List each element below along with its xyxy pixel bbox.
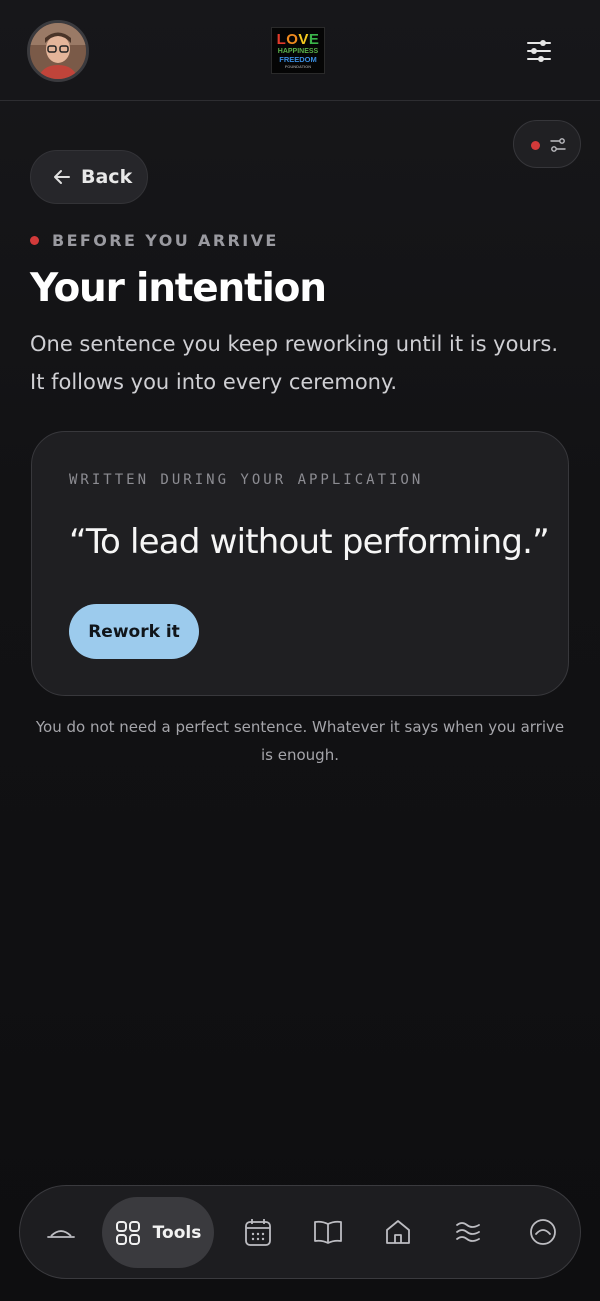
logo-line-love: LOVE: [276, 31, 320, 48]
nav-tools[interactable]: Tools: [102, 1197, 214, 1268]
nav-horizon[interactable]: [42, 1186, 80, 1278]
section-eyebrow: BEFORE YOU ARRIVE: [30, 231, 279, 250]
reassurance-note: You do not need a perfect sentence. What…: [35, 718, 565, 764]
book-icon: [314, 1220, 342, 1244]
gauge-icon: [530, 1219, 556, 1245]
intention-quote: “To lead without performing.”: [69, 522, 550, 562]
rework-button[interactable]: Rework it: [69, 604, 199, 659]
bottom-nav: Tools: [19, 1185, 581, 1279]
nav-book[interactable]: [310, 1186, 346, 1278]
nav-calendar[interactable]: [240, 1186, 276, 1278]
eyebrow-dot: [30, 236, 39, 245]
filter-toggle[interactable]: [513, 120, 581, 168]
status-dot: [531, 141, 540, 150]
back-button[interactable]: Back: [30, 150, 148, 204]
page-subtitle: One sentence you keep reworking until it…: [30, 332, 559, 394]
intention-card: WRITTEN DURING YOUR APPLICATION “To lead…: [31, 431, 569, 696]
nav-home[interactable]: [380, 1186, 416, 1278]
page-title: Your intention: [30, 266, 327, 311]
nav-waves[interactable]: [450, 1186, 486, 1278]
sliders-icon: [527, 40, 551, 62]
avatar-image: [30, 23, 86, 79]
filter-icon: [550, 138, 566, 152]
logo-line-freedom: FREEDOM: [279, 55, 317, 64]
back-label: Back: [81, 166, 133, 188]
logo-line-happiness: HAPPINESS: [277, 48, 319, 55]
brand-logo: LOVE HAPPINESS FREEDOM FOUNDATION: [271, 27, 325, 74]
logo-line-foundation: FOUNDATION: [284, 63, 312, 69]
nav-tools-label: Tools: [152, 1222, 202, 1243]
waves-icon: [456, 1222, 480, 1242]
tools-icon: [115, 1220, 140, 1245]
arrow-left-icon: [54, 170, 70, 184]
nav-gauge[interactable]: [525, 1186, 561, 1278]
calendar-icon: [245, 1219, 271, 1246]
eyebrow-text: BEFORE YOU ARRIVE: [52, 231, 279, 250]
card-meta: WRITTEN DURING YOUR APPLICATION: [69, 472, 424, 488]
top-bar: LOVE HAPPINESS FREEDOM FOUNDATION: [0, 0, 600, 101]
settings-button[interactable]: [522, 35, 556, 67]
app-screen: LOVE HAPPINESS FREEDOM FOUNDATION Back B…: [0, 0, 600, 1301]
avatar[interactable]: [27, 20, 89, 82]
home-icon: [386, 1220, 410, 1244]
horizon-icon: [47, 1230, 75, 1238]
